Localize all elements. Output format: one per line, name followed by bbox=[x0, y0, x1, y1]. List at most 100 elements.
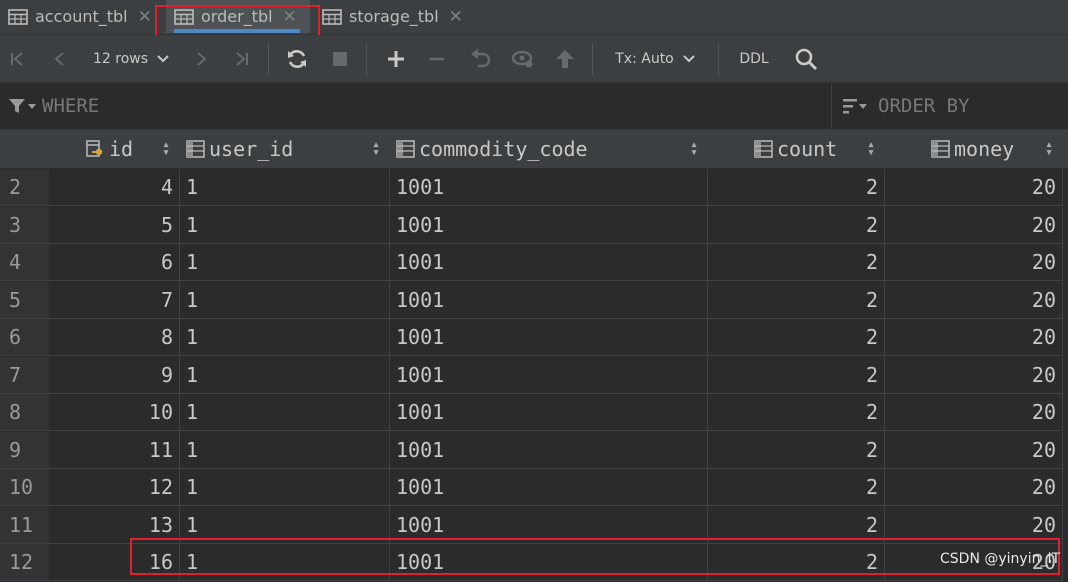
cell-user-id[interactable]: 1 bbox=[180, 544, 390, 581]
row-number[interactable]: 5 bbox=[0, 281, 50, 319]
table-row[interactable]: 4 6 1 1001 2 20 bbox=[0, 244, 1068, 282]
row-number[interactable]: 11 bbox=[0, 506, 50, 544]
table-row[interactable]: 6 8 1 1001 2 20 bbox=[0, 319, 1068, 357]
submit-arrow-icon[interactable] bbox=[553, 35, 577, 82]
next-page-icon[interactable] bbox=[189, 35, 213, 82]
ddl-button[interactable]: DDL bbox=[733, 35, 775, 82]
cell-id[interactable]: 16 bbox=[50, 544, 180, 581]
tab-order-tbl[interactable]: order_tbl ✕ bbox=[166, 0, 310, 33]
column-header-id[interactable]: id ▴ ▾ bbox=[50, 130, 180, 168]
cell-money[interactable]: 20 bbox=[885, 506, 1063, 544]
cell-count[interactable]: 2 bbox=[708, 319, 885, 356]
cell-id[interactable]: 7 bbox=[50, 281, 180, 319]
cell-user-id[interactable]: 1 bbox=[180, 281, 390, 319]
column-header-count[interactable]: count ▴ ▾ bbox=[708, 130, 885, 168]
close-icon[interactable]: ✕ bbox=[449, 7, 463, 27]
cell-user-id[interactable]: 1 bbox=[180, 319, 390, 356]
cell-money[interactable]: 20 bbox=[885, 281, 1063, 319]
cell-commodity-code[interactable]: 1001 bbox=[390, 319, 708, 356]
cell-count[interactable]: 2 bbox=[708, 206, 885, 244]
table-row[interactable]: 5 7 1 1001 2 20 bbox=[0, 281, 1068, 320]
row-number[interactable]: 4 bbox=[0, 244, 50, 281]
cell-id[interactable]: 13 bbox=[50, 506, 180, 544]
previous-page-icon[interactable] bbox=[48, 35, 72, 82]
tab-storage-tbl[interactable]: storage_tbl ✕ bbox=[322, 0, 463, 33]
sort-toggle-icon[interactable]: ▴ ▾ bbox=[867, 138, 875, 159]
column-header-money[interactable]: money ▴ ▾ bbox=[885, 130, 1063, 168]
refresh-icon[interactable] bbox=[284, 35, 310, 82]
cell-user-id[interactable]: 1 bbox=[180, 506, 390, 544]
cell-id[interactable]: 5 bbox=[50, 206, 180, 244]
table-row[interactable]: 2 4 1 1001 2 20 bbox=[0, 169, 1068, 207]
cell-commodity-code[interactable]: 1001 bbox=[390, 356, 708, 394]
table-row[interactable]: 3 5 1 1001 2 20 bbox=[0, 206, 1068, 245]
cell-count[interactable]: 2 bbox=[708, 469, 885, 506]
row-number[interactable]: 7 bbox=[0, 356, 50, 394]
delete-row-icon[interactable] bbox=[425, 35, 449, 82]
cell-id[interactable]: 8 bbox=[50, 319, 180, 356]
cell-user-id[interactable]: 1 bbox=[180, 469, 390, 506]
cell-money[interactable]: 20 bbox=[885, 431, 1063, 469]
cell-commodity-code[interactable]: 1001 bbox=[390, 169, 708, 206]
revert-icon[interactable] bbox=[468, 35, 494, 82]
transaction-mode-dropdown[interactable]: Tx: Auto bbox=[610, 35, 700, 82]
cell-id[interactable]: 4 bbox=[50, 169, 180, 206]
cell-count[interactable]: 2 bbox=[708, 431, 885, 469]
sort-toggle-icon[interactable]: ▴ ▾ bbox=[690, 138, 698, 159]
cell-commodity-code[interactable]: 1001 bbox=[390, 469, 708, 506]
cell-user-id[interactable]: 1 bbox=[180, 394, 390, 431]
cell-commodity-code[interactable]: 1001 bbox=[390, 244, 708, 281]
add-row-icon[interactable] bbox=[383, 35, 409, 82]
stop-icon[interactable] bbox=[328, 35, 352, 82]
row-number[interactable]: 10 bbox=[0, 469, 50, 506]
tab-account-tbl[interactable]: account_tbl ✕ bbox=[8, 0, 152, 33]
table-row[interactable]: 8 10 1 1001 2 20 bbox=[0, 394, 1068, 432]
cell-commodity-code[interactable]: 1001 bbox=[390, 506, 708, 544]
cell-count[interactable]: 2 bbox=[708, 169, 885, 206]
cell-id[interactable]: 9 bbox=[50, 356, 180, 394]
table-row[interactable]: 11 13 1 1001 2 20 bbox=[0, 506, 1068, 545]
cell-commodity-code[interactable]: 1001 bbox=[390, 281, 708, 319]
table-row[interactable]: 9 11 1 1001 2 20 bbox=[0, 431, 1068, 470]
cell-id[interactable]: 11 bbox=[50, 431, 180, 469]
page-size-dropdown[interactable]: 12 rows bbox=[86, 35, 176, 82]
cell-count[interactable]: 2 bbox=[708, 244, 885, 281]
row-number[interactable]: 6 bbox=[0, 319, 50, 356]
cell-user-id[interactable]: 1 bbox=[180, 431, 390, 469]
cell-money[interactable]: 20 bbox=[885, 394, 1063, 431]
row-number[interactable]: 2 bbox=[0, 169, 50, 206]
column-header-user-id[interactable]: user_id ▴ ▾ bbox=[180, 130, 390, 168]
sort-toggle-icon[interactable]: ▴ ▾ bbox=[372, 138, 380, 159]
cell-user-id[interactable]: 1 bbox=[180, 244, 390, 281]
close-icon[interactable]: ✕ bbox=[138, 7, 152, 27]
cell-money[interactable]: 20 bbox=[885, 206, 1063, 244]
last-page-icon[interactable] bbox=[229, 35, 253, 82]
cell-count[interactable]: 2 bbox=[708, 394, 885, 431]
cell-money[interactable]: 20 bbox=[885, 244, 1063, 281]
row-number[interactable]: 12 bbox=[0, 544, 50, 581]
row-number[interactable]: 8 bbox=[0, 394, 50, 431]
cell-commodity-code[interactable]: 1001 bbox=[390, 206, 708, 244]
sort-toggle-icon[interactable]: ▴ ▾ bbox=[162, 138, 170, 159]
order-by-field[interactable]: ORDER BY bbox=[842, 83, 970, 129]
cell-count[interactable]: 2 bbox=[708, 281, 885, 319]
cell-id[interactable]: 12 bbox=[50, 469, 180, 506]
table-row[interactable]: 10 12 1 1001 2 20 bbox=[0, 469, 1068, 507]
row-number[interactable]: 3 bbox=[0, 206, 50, 244]
cell-user-id[interactable]: 1 bbox=[180, 356, 390, 394]
search-icon[interactable] bbox=[792, 35, 820, 82]
preview-changes-icon[interactable] bbox=[509, 35, 537, 82]
table-row[interactable]: 12 16 1 1001 2 20 bbox=[0, 544, 1068, 582]
cell-id[interactable]: 6 bbox=[50, 244, 180, 281]
cell-user-id[interactable]: 1 bbox=[180, 169, 390, 206]
cell-id[interactable]: 10 bbox=[50, 394, 180, 431]
table-row[interactable]: 7 9 1 1001 2 20 bbox=[0, 356, 1068, 395]
cell-money[interactable]: 20 bbox=[885, 169, 1063, 206]
cell-commodity-code[interactable]: 1001 bbox=[390, 431, 708, 469]
cell-money[interactable]: 20 bbox=[885, 356, 1063, 394]
cell-count[interactable]: 2 bbox=[708, 356, 885, 394]
cell-money[interactable]: 20 bbox=[885, 469, 1063, 506]
row-number[interactable]: 9 bbox=[0, 431, 50, 469]
close-icon[interactable]: ✕ bbox=[283, 7, 297, 27]
sort-toggle-icon[interactable]: ▴ ▾ bbox=[1045, 138, 1053, 159]
